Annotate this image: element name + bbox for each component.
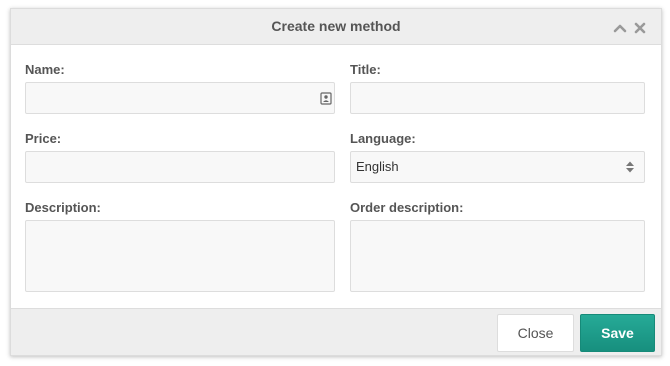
create-method-dialog: Create new method Name: Title: Price: La… (10, 8, 662, 356)
close-button[interactable]: Close (497, 314, 574, 352)
dialog-header: Create new method (11, 9, 661, 45)
select-arrows-icon (625, 160, 635, 174)
language-label: Language: (350, 131, 416, 146)
description-textarea[interactable] (25, 220, 335, 292)
description-label: Description: (25, 200, 101, 215)
name-label: Name: (25, 62, 65, 77)
price-label: Price: (25, 131, 62, 146)
save-button[interactable]: Save (580, 314, 655, 352)
language-select-value: English (356, 159, 399, 174)
close-icon[interactable] (633, 21, 647, 35)
title-label: Title: (350, 62, 381, 77)
contact-card-icon[interactable] (320, 92, 332, 105)
title-input[interactable] (350, 82, 645, 114)
language-select[interactable]: English (350, 151, 645, 183)
order-description-textarea[interactable] (350, 220, 645, 292)
chevron-up-icon[interactable] (613, 21, 627, 35)
order-description-label: Order description: (350, 200, 464, 215)
dialog-footer: Close Save (11, 308, 661, 355)
price-input[interactable] (25, 151, 335, 183)
dialog-title: Create new method (271, 18, 401, 34)
name-input[interactable] (25, 82, 335, 114)
